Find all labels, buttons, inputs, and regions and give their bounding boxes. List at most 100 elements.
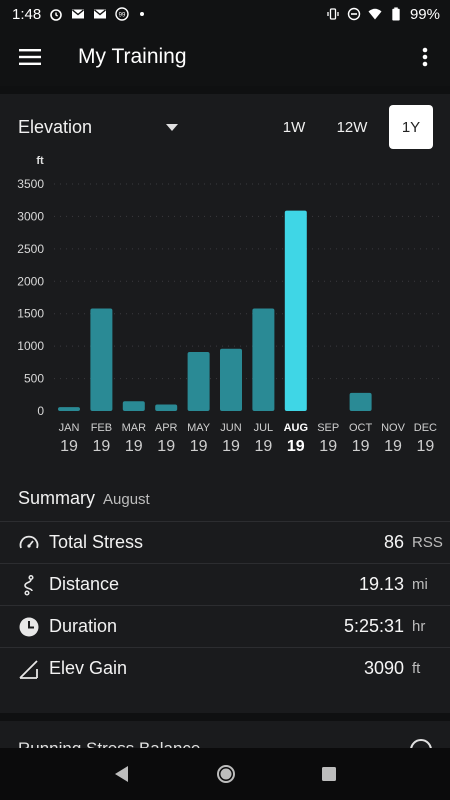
elevation-chart: ft 0 500 1000 1500 2000 2500 3000 3500 JAN 19 FEB 19… (0, 150, 450, 460)
range-tab-1y[interactable]: 1Y (389, 105, 433, 149)
status-time: 1:48 (12, 5, 42, 23)
dot-icon (140, 12, 145, 16)
elevation-icon (18, 658, 40, 680)
stat-label: Duration (49, 616, 118, 636)
x-tick-year: 19 (60, 438, 78, 455)
metric-dropdown-label: Elevation (18, 116, 93, 137)
x-tick-year: 19 (319, 438, 337, 455)
stat-unit: ft (412, 660, 421, 677)
stat-label: Total Stress (49, 532, 144, 552)
summary-period: August (103, 491, 150, 508)
app-bar: My Training (0, 28, 450, 86)
y-tick-label: 1500 (17, 307, 44, 321)
stat-label: Elev Gain (49, 658, 128, 678)
x-tick-month: JUN (220, 422, 241, 434)
x-tick-month: FEB (91, 422, 112, 434)
recents-icon[interactable] (321, 766, 337, 782)
bar-mar[interactable] (122, 401, 145, 411)
alarm-icon (50, 9, 63, 21)
battery-icon (392, 7, 400, 21)
section-divider (0, 86, 450, 94)
x-tick-month: DEC (414, 422, 437, 434)
home-icon[interactable] (216, 764, 236, 784)
more-vert-icon (422, 47, 428, 67)
range-tab-1w[interactable]: 1W (265, 105, 323, 149)
y-tick-label: 500 (24, 372, 44, 386)
x-tick-month: MAY (187, 422, 211, 434)
wifi-icon (368, 8, 382, 20)
hamburger-icon (19, 49, 41, 65)
stat-unit: hr (412, 618, 426, 635)
x-tick-month: AUG (284, 422, 308, 434)
x-tick-month: JAN (59, 422, 80, 434)
stat-row-total-stress: Total Stress 86 RSS (0, 521, 450, 563)
x-tick-month: APR (155, 422, 178, 434)
stat-value: 3090 (363, 658, 404, 678)
x-tick-year: 19 (157, 438, 175, 455)
chart-controls: Elevation 1W 12W 1Y (0, 104, 450, 150)
card-title: Running Stress Balance (18, 739, 200, 748)
range-tab-12w[interactable]: 12W (323, 105, 381, 149)
stat-label: Distance (49, 574, 120, 594)
back-icon[interactable] (113, 765, 131, 783)
bar-jan[interactable] (58, 407, 80, 411)
bar-oct[interactable] (349, 392, 372, 411)
stat-unit: mi (412, 576, 428, 593)
y-tick-label: 0 (37, 404, 44, 418)
stat-row-elev-gain: Elev Gain 3090 ft (0, 647, 450, 689)
y-tick-label: 2000 (17, 274, 44, 288)
bar-aug[interactable] (284, 210, 307, 411)
y-tick-label: 2500 (17, 242, 44, 256)
x-tick-month: SEP (317, 422, 339, 434)
y-tick-label: 1000 (17, 339, 44, 353)
x-tick-year: 19 (352, 438, 370, 455)
notification-badge-icon: 99 (115, 7, 129, 21)
elevation-bar-chart: ft 0 500 1000 1500 2000 2500 3000 3500 JAN 19 FEB 19… (17, 155, 440, 455)
summary-header: Summary August (18, 488, 150, 509)
stat-unit: RSS (412, 534, 443, 551)
gmail-icon (94, 9, 107, 19)
x-tick-month: JUL (254, 422, 274, 434)
gmail-icon (72, 9, 85, 19)
bar-apr[interactable] (155, 404, 178, 411)
x-tick-year: 19 (222, 438, 240, 455)
svg-text:99: 99 (119, 13, 126, 19)
stat-value: 5:25:31 (343, 616, 404, 636)
running-stress-balance-card[interactable]: Running Stress Balance (0, 721, 450, 748)
summary-title: Summary (18, 488, 96, 508)
clock-icon (18, 616, 40, 638)
system-nav-bar (0, 748, 450, 800)
menu-button[interactable] (0, 28, 60, 86)
stat-value: 19.13 (358, 574, 404, 594)
y-tick-label: 3500 (17, 177, 44, 191)
battery-percent: 99% (409, 5, 440, 23)
x-tick-month: OCT (349, 422, 373, 434)
bar-may[interactable] (187, 351, 210, 411)
x-tick-year: 19 (93, 438, 111, 455)
x-tick-year: 19 (255, 438, 273, 455)
range-tabs: 1W 12W 1Y (265, 105, 433, 149)
route-icon (18, 574, 40, 596)
bar-feb[interactable] (90, 308, 113, 411)
help-icon[interactable] (410, 739, 432, 748)
dropdown-arrow-icon (166, 123, 178, 131)
bar-jun[interactable] (220, 348, 242, 411)
x-tick-year: 19 (417, 438, 435, 455)
stat-row-duration: Duration 5:25:31 hr (0, 605, 450, 647)
x-tick-year: 19 (125, 438, 143, 455)
gauge-icon (18, 532, 40, 554)
do-not-disturb-icon (347, 7, 361, 21)
x-tick-month: NOV (381, 422, 406, 434)
bar-jul[interactable] (252, 308, 275, 411)
section-divider (0, 713, 450, 721)
y-unit-label: ft (36, 155, 44, 167)
vibrate-icon (327, 8, 339, 20)
x-tick-month: MAR (122, 422, 147, 434)
y-tick-label: 3000 (17, 209, 44, 223)
stat-row-distance: Distance 19.13 mi (0, 563, 450, 605)
stat-value: 86 (383, 532, 404, 552)
more-options-button[interactable] (400, 28, 450, 86)
status-bar: 1:48 99 99% (0, 0, 450, 28)
page-title: My Training (78, 45, 187, 68)
metric-dropdown[interactable]: Elevation (18, 117, 178, 138)
